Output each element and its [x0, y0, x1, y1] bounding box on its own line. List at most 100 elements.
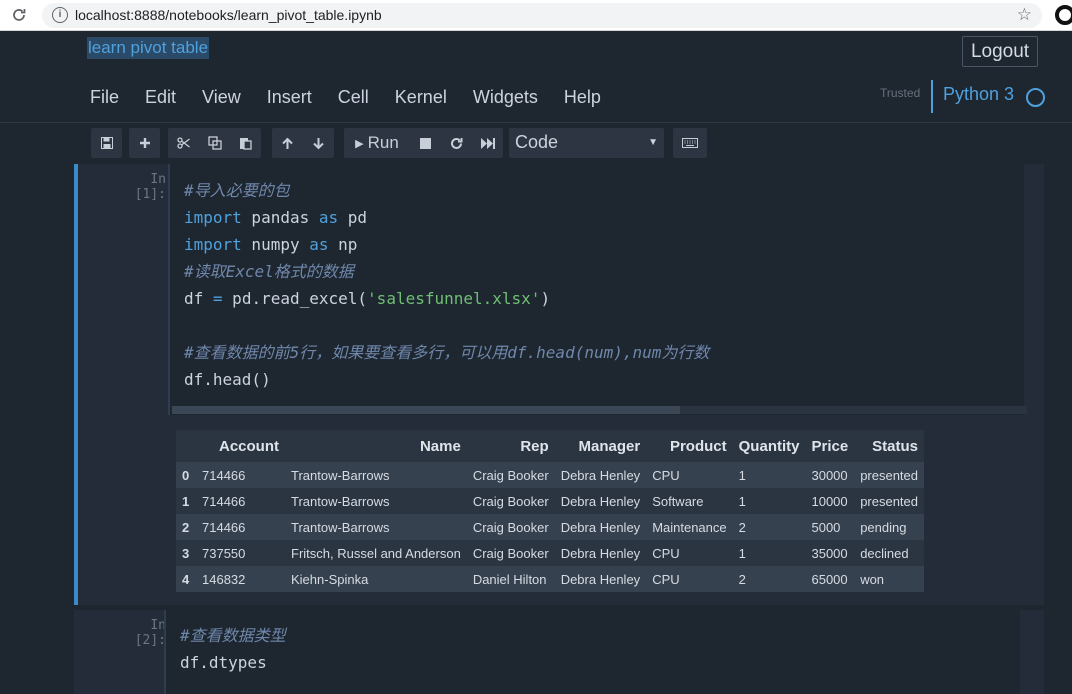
table-cell: 1: [732, 540, 806, 566]
table-cell: Craig Booker: [466, 488, 555, 514]
table-header-row: Account Name Rep Manager Product Quantit…: [176, 430, 925, 462]
table-cell: Trantow-Barrows: [285, 514, 467, 540]
table-cell: Craig Booker: [466, 514, 555, 540]
menu-edit[interactable]: Edit: [145, 86, 176, 110]
caret-down-icon: ▼: [648, 137, 658, 148]
row-index: 3: [176, 540, 196, 566]
table-row: 3 737550 Fritsch, Russel and Anderson Cr…: [176, 540, 925, 566]
menu-cell[interactable]: Cell: [338, 86, 369, 110]
table-row: 4 146832 Kiehn-Spinka Daniel Hilton Debr…: [176, 566, 925, 592]
table-cell: 1: [732, 462, 806, 488]
table-cell: 1: [732, 488, 806, 514]
restart-icon[interactable]: [441, 128, 472, 158]
code-cell-1[interactable]: In [1]: #导入必要的包 import pandas as pd impo…: [74, 164, 1044, 415]
table-cell: Kiehn-Spinka: [285, 566, 467, 592]
table-cell: 10000: [805, 488, 855, 514]
keyword: as: [318, 208, 339, 227]
table-cell: Daniel Hilton: [466, 566, 555, 592]
fast-forward-icon[interactable]: [472, 128, 503, 158]
menu-insert[interactable]: Insert: [267, 86, 312, 110]
table-cell: CPU: [646, 540, 733, 566]
column-header: Quantity: [732, 430, 806, 462]
save-icon[interactable]: [91, 128, 122, 158]
arrow-down-icon[interactable]: [303, 128, 334, 158]
kernel-name: Python 3: [943, 84, 1015, 104]
table-cell: Maintenance: [646, 514, 733, 540]
info-icon[interactable]: i: [52, 7, 68, 23]
code-editor[interactable]: #查看数据类型 df.dtypes: [164, 610, 1020, 694]
menu-view[interactable]: View: [202, 86, 241, 110]
code-comment: #导入必要的包: [184, 181, 290, 200]
menu-help[interactable]: Help: [564, 86, 601, 110]
code-text[interactable]: #导入必要的包 import pandas as pd import numpy…: [184, 177, 709, 393]
code-token: numpy: [241, 235, 310, 254]
code-editor[interactable]: #导入必要的包 import pandas as pd import numpy…: [168, 164, 1027, 415]
bookmark-star-icon[interactable]: ☆: [1017, 5, 1032, 25]
table-cell: Craig Booker: [466, 540, 555, 566]
column-header: Manager: [554, 430, 647, 462]
save-group: [91, 128, 122, 158]
table-cell: 30000: [805, 462, 855, 488]
column-header: Price: [805, 430, 855, 462]
logout-button[interactable]: Logout: [962, 36, 1038, 67]
code-token: df: [184, 289, 213, 308]
menu-kernel[interactable]: Kernel: [395, 86, 447, 110]
cell-type-value: Code: [515, 132, 559, 152]
row-index: 2: [176, 514, 196, 540]
table-cell: 714466: [196, 514, 285, 540]
copy-icon[interactable]: [199, 128, 230, 158]
menu-widgets[interactable]: Widgets: [473, 86, 538, 110]
move-group: [272, 128, 334, 158]
extension-icon[interactable]: [1055, 5, 1072, 25]
horizontal-scrollbar[interactable]: [172, 406, 1027, 414]
reload-icon[interactable]: [8, 4, 30, 26]
column-header: Name: [285, 430, 467, 462]
cell-type-select[interactable]: Code ▼: [509, 128, 664, 158]
notebook-title[interactable]: learn pivot table: [87, 37, 210, 59]
table-cell: 65000: [805, 566, 855, 592]
table-cell: presented: [854, 462, 925, 488]
table-cell: Debra Henley: [554, 566, 647, 592]
table-cell: Trantow-Barrows: [285, 462, 467, 488]
table-cell: Software: [646, 488, 733, 514]
keyword: as: [309, 235, 329, 254]
table-cell: Debra Henley: [554, 462, 647, 488]
table-row: 1 714466 Trantow-Barrows Craig Booker De…: [176, 488, 925, 514]
keyword: import: [184, 235, 242, 254]
table-cell: 5000: [805, 514, 855, 540]
url-text[interactable]: localhost:8888/notebooks/learn_pivot_tab…: [75, 7, 382, 23]
code-token: pd: [338, 208, 368, 227]
table-cell: 737550: [196, 540, 285, 566]
menu-file[interactable]: File: [90, 86, 119, 110]
play-icon: ▶: [355, 137, 364, 150]
run-button[interactable]: ▶ Run: [344, 128, 410, 158]
table-cell: won: [854, 566, 925, 592]
keyboard-icon[interactable]: [673, 128, 707, 158]
table-row: 2 714466 Trantow-Barrows Craig Booker De…: [176, 514, 925, 540]
table-cell: Debra Henley: [554, 488, 647, 514]
table-cell: pending: [854, 514, 925, 540]
paste-icon[interactable]: [230, 128, 261, 158]
column-header: Status: [854, 430, 925, 462]
trusted-indicator[interactable]: Trusted: [880, 86, 920, 100]
code-token: pd.read_excel(: [222, 289, 368, 308]
cut-icon[interactable]: [168, 128, 199, 158]
operator: =: [212, 289, 223, 308]
scrollbar-thumb[interactable]: [172, 406, 680, 414]
row-index: 4: [176, 566, 196, 592]
arrow-up-icon[interactable]: [272, 128, 303, 158]
cell-output: Account Name Rep Manager Product Quantit…: [74, 415, 1044, 605]
code-token: ): [540, 289, 551, 308]
keyword: import: [184, 208, 242, 227]
edit-group: [168, 128, 261, 158]
address-bar[interactable]: i localhost:8888/notebooks/learn_pivot_t…: [42, 3, 1042, 28]
table-cell: Debra Henley: [554, 540, 647, 566]
code-cell-2[interactable]: In [2]: #查看数据类型 df.dtypes: [74, 610, 1044, 694]
plus-icon[interactable]: [129, 128, 160, 158]
code-token: np: [328, 235, 358, 254]
table-cell: Fritsch, Russel and Anderson: [285, 540, 467, 566]
code-text[interactable]: #查看数据类型 df.dtypes: [180, 622, 286, 676]
kernel-idle-icon: [1026, 88, 1045, 107]
kernel-divider: [931, 80, 933, 113]
stop-icon[interactable]: [410, 128, 441, 158]
